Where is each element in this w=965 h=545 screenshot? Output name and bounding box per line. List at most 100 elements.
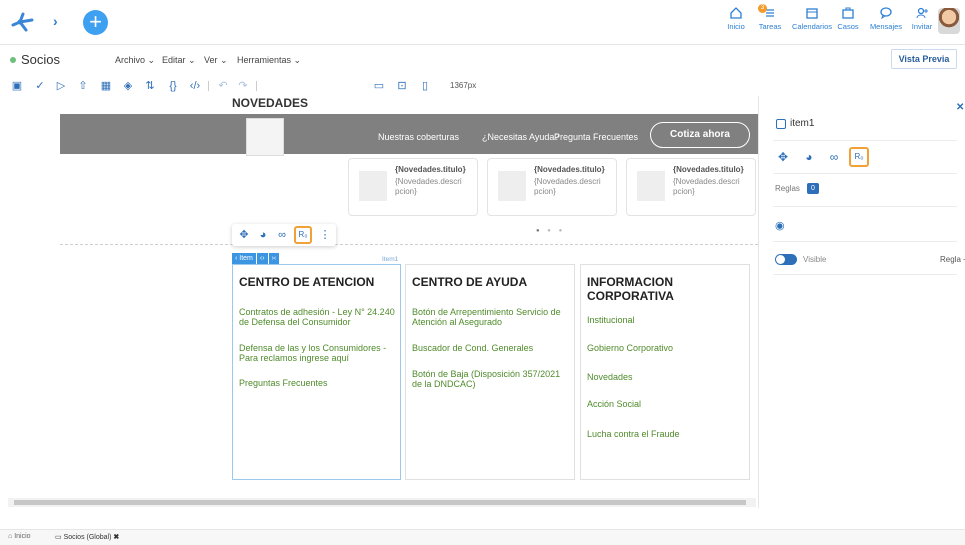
link-preguntas[interactable]: Pregunta Frecuentes	[554, 132, 638, 142]
link-icon[interactable]: ∞	[826, 149, 842, 165]
editor-toolbar: ▣ ✓ ▷ ⇧ ▦ ◈ ⇅ {} ‹/› ↶ ↷ ▭ ⊡ ▯ 1367px	[0, 76, 965, 96]
move-icon[interactable]: ✥	[237, 228, 251, 242]
item-tag[interactable]: ‹ Item	[232, 253, 256, 264]
mobile-view-icon[interactable]: ▯	[418, 79, 432, 93]
scrollbar-thumb[interactable]	[14, 500, 746, 505]
carousel-dots[interactable]: ● ● ●	[536, 228, 565, 234]
calendar-icon	[806, 8, 818, 19]
layers-icon[interactable]: ◈	[121, 79, 135, 93]
item-breadcrumb[interactable]: ‹ Item ‹› ›‹	[232, 253, 280, 264]
more-icon[interactable]: ⋮	[318, 228, 332, 242]
check-icon[interactable]: ✓	[33, 79, 47, 93]
nav-messages-label: Mensajes	[869, 22, 903, 31]
tab-inicio[interactable]: ⌂ Inicio	[8, 533, 31, 540]
item-code-icon[interactable]: ‹›	[256, 253, 268, 264]
menu-archivo[interactable]: Archivo ⌄	[115, 55, 155, 66]
close-icon[interactable]: ✕	[956, 102, 964, 113]
panel-divider-line	[773, 274, 957, 275]
nav-calendars[interactable]: Calendarios	[792, 6, 832, 31]
palette-icon[interactable]: ◕	[256, 228, 270, 242]
footer-link[interactable]: Buscador de Cond. Generales	[412, 343, 572, 353]
item-collapse-icon[interactable]: ›‹	[268, 253, 280, 264]
menu-editar[interactable]: Editar ⌄	[162, 55, 196, 66]
flow-icon[interactable]: ⇅	[143, 79, 157, 93]
move-icon[interactable]: ✥	[775, 149, 791, 165]
tasks-badge: 3	[758, 4, 767, 13]
news-card[interactable]: {Novedades.titulo} {Novedades.descri pci…	[626, 158, 756, 216]
footer-link[interactable]: Institucional	[587, 315, 747, 325]
footer-link[interactable]: Novedades	[587, 372, 747, 382]
nav-tasks[interactable]: 3 Tareas	[750, 4, 790, 31]
footer-link[interactable]: Preguntas Frecuentes	[239, 378, 399, 388]
nav-calendars-label: Calendarios	[792, 22, 833, 31]
news-card-image	[359, 171, 387, 201]
footer-link[interactable]: Lucha contra el Fraude	[587, 429, 747, 439]
footer-link[interactable]: Gobierno Corporativo	[587, 343, 747, 353]
footer-column-corporativa[interactable]: INFORMACION CORPORATIVA Institucional Go…	[580, 264, 750, 480]
play-icon[interactable]: ▷	[54, 79, 68, 93]
app-logo-icon[interactable]	[10, 10, 36, 34]
add-regla-link[interactable]: Regla +	[940, 255, 965, 264]
footer-link[interactable]: Botón de Arrepentimiento Servicio de Ate…	[412, 307, 572, 327]
menu-herramientas[interactable]: Herramientas ⌄	[237, 55, 301, 66]
create-button[interactable]: +	[83, 10, 108, 35]
code-icon[interactable]: ‹/›	[188, 79, 202, 93]
footer-column-ayuda[interactable]: CENTRO DE AYUDA Botón de Arrepentimiento…	[405, 264, 575, 480]
redo-icon[interactable]: ↷	[236, 79, 250, 93]
user-avatar[interactable]	[938, 8, 960, 34]
menu-ver[interactable]: Ver ⌄	[204, 55, 228, 66]
link-ayuda[interactable]: ¿Necesitas Ayuda?	[482, 132, 559, 142]
briefcase-icon	[842, 7, 854, 19]
panel-divider-line	[773, 173, 957, 174]
rules-icon[interactable]: R₀	[849, 147, 869, 167]
reglas-count-badge[interactable]: 0	[807, 183, 819, 194]
nav-tasks-label: Tareas	[758, 22, 782, 31]
top-bar: › + Inicio 3 Tareas Calendarios Casos Me…	[0, 0, 965, 45]
item-checkbox[interactable]	[776, 119, 786, 129]
horizontal-scrollbar[interactable]	[8, 498, 756, 507]
grid-icon[interactable]: ▦	[99, 79, 113, 93]
column-title: INFORMACION CORPORATIVA	[587, 275, 674, 303]
tab-socios[interactable]: ▭ Socios (Global) ✖	[55, 533, 119, 541]
chevron-right-icon[interactable]: ›	[53, 13, 58, 29]
publish-icon[interactable]: ⇧	[76, 79, 90, 93]
link-icon[interactable]: ∞	[275, 228, 289, 242]
news-card-desc: {Novedades.descri pcion}	[395, 177, 462, 196]
novedades-heading: NOVEDADES	[232, 96, 309, 110]
news-card-desc: {Novedades.descri pcion}	[534, 177, 601, 196]
nav-home-label: Inicio	[727, 22, 745, 31]
save-icon[interactable]: ▣	[10, 79, 24, 93]
reglas-label: Reglas	[775, 184, 800, 193]
rules-icon[interactable]: R₀	[294, 226, 312, 244]
undo-icon[interactable]: ↶	[216, 79, 230, 93]
footer-link[interactable]: Contratos de adhesión - Ley N° 24.240 de…	[239, 307, 399, 327]
nav-cases[interactable]: Casos	[828, 6, 868, 31]
footer-link[interactable]: Botón de Baja (Disposición 357/2021 de l…	[412, 369, 572, 389]
desktop-view-icon[interactable]: ▭	[372, 79, 386, 93]
news-card[interactable]: {Novedades.titulo} {Novedades.descri pci…	[487, 158, 617, 216]
braces-icon[interactable]: {}	[166, 79, 180, 93]
item-floating-toolbar: ✥ ◕ ∞ R₀ ⋮	[232, 224, 336, 246]
nav-invite-label: Invitar	[911, 22, 933, 31]
eye-icon[interactable]: ◉	[775, 219, 785, 232]
footer-column-atencion[interactable]: CENTRO DE ATENCION Contratos de adhesión…	[232, 264, 401, 480]
design-canvas[interactable]: NOVEDADES {Novedades.titulo} {Novedades.…	[0, 96, 758, 508]
news-card-desc: {Novedades.descri pcion}	[673, 177, 740, 196]
footer-link[interactable]: Defensa de las y los Consumidores - Para…	[239, 343, 399, 363]
image-placeholder	[246, 118, 284, 156]
nav-invite[interactable]: Invitar	[902, 6, 942, 31]
link-coberturas[interactable]: Nuestras coberturas	[378, 132, 459, 142]
footer-link[interactable]: Acción Social	[587, 399, 747, 409]
visible-toggle[interactable]	[775, 254, 797, 265]
nav-messages[interactable]: Mensajes	[866, 6, 906, 31]
cotiza-ahora-button[interactable]: Cotiza ahora	[650, 122, 750, 148]
news-card[interactable]: {Novedades.titulo} {Novedades.descri pci…	[348, 158, 478, 216]
tablet-view-icon[interactable]: ⊡	[395, 79, 409, 93]
add-user-icon	[916, 7, 928, 19]
close-tab-icon[interactable]: ✖	[113, 534, 119, 541]
item-name: item1	[790, 118, 815, 129]
preview-button[interactable]: Vista Previa	[891, 49, 957, 69]
column-title: CENTRO DE AYUDA	[412, 275, 528, 289]
palette-icon[interactable]: ◕	[801, 149, 817, 165]
column-title: CENTRO DE ATENCION	[239, 275, 375, 289]
